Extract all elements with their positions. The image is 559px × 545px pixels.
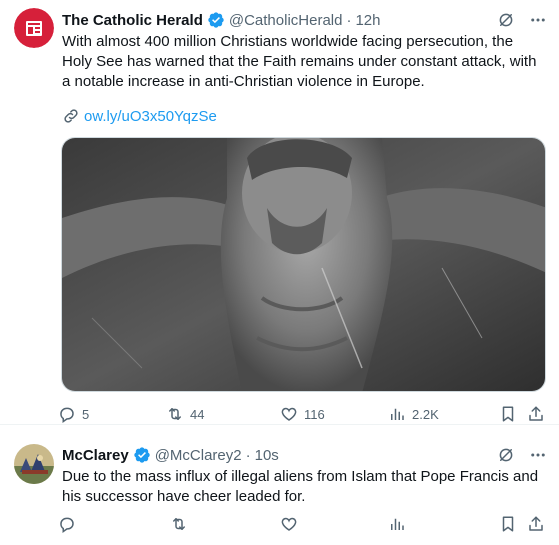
share-icon — [529, 406, 543, 421]
tweet-header: The Catholic Herald @CatholicHerald · 12… — [62, 10, 381, 30]
reply-button[interactable] — [58, 514, 82, 534]
separator: · — [245, 446, 251, 464]
like-button[interactable]: 116 — [280, 404, 325, 424]
repost-icon — [173, 518, 185, 530]
reply-icon — [60, 517, 74, 533]
tweet-text: With almost 400 million Christians world… — [62, 33, 537, 90]
reply-icon — [60, 407, 74, 423]
share-button[interactable] — [527, 404, 545, 424]
bookmark-icon — [502, 516, 514, 532]
separator: · — [346, 11, 352, 29]
bookmark-button[interactable] — [499, 404, 517, 424]
views-button[interactable] — [388, 514, 412, 534]
tweet-catholic-herald[interactable]: The Catholic Herald @CatholicHerald · 12… — [0, 0, 559, 425]
repost-icon — [169, 408, 181, 420]
like-icon — [281, 517, 297, 531]
bookmark-button[interactable] — [499, 514, 517, 534]
reply-button[interactable]: 5 — [58, 404, 89, 424]
more-icon[interactable] — [529, 446, 547, 464]
tweet-media-image[interactable] — [61, 137, 546, 392]
bookmark-icon — [502, 406, 514, 422]
repost-button[interactable] — [170, 514, 194, 534]
tweet-text: Due to the mass influx of illegal aliens… — [62, 468, 539, 505]
share-button[interactable] — [527, 514, 545, 534]
more-icon[interactable] — [529, 11, 547, 29]
views-icon — [391, 518, 404, 530]
avatar[interactable] — [14, 8, 54, 48]
tweet-mcclarey[interactable]: McClarey @McClarey2 · 10s Due to the mas… — [0, 436, 559, 545]
tweet-actions: 5 44 116 2.2K — [58, 404, 548, 424]
grok-icon[interactable] — [497, 446, 515, 464]
grok-icon[interactable] — [497, 11, 515, 29]
tweet-actions — [58, 514, 548, 534]
tweet-top-actions — [497, 10, 547, 30]
tweet-header: McClarey @McClarey2 · 10s — [62, 445, 279, 465]
author-handle[interactable]: @McClarey2 — [155, 447, 242, 464]
author-name[interactable]: The Catholic Herald — [62, 12, 203, 29]
views-button[interactable]: 2.2K — [388, 404, 439, 424]
like-count: 116 — [304, 406, 325, 422]
share-icon — [529, 516, 543, 531]
repost-button[interactable]: 44 — [166, 404, 204, 424]
avatar[interactable] — [14, 444, 54, 484]
mcclarey-avatar-icon — [14, 444, 54, 484]
views-icon — [391, 408, 404, 420]
tweet-top-actions — [497, 445, 547, 465]
tweet-link[interactable]: ow.ly/uO3x50YqzSe — [62, 106, 217, 126]
timestamp[interactable]: 10s — [255, 447, 279, 464]
author-name[interactable]: McClarey — [62, 447, 129, 464]
verified-badge-icon — [133, 446, 151, 464]
views-count: 2.2K — [412, 406, 439, 422]
catholic-herald-logo-icon — [14, 8, 54, 48]
link-text[interactable]: ow.ly/uO3x50YqzSe — [84, 108, 217, 125]
author-handle[interactable]: @CatholicHerald — [229, 12, 343, 29]
repost-count: 44 — [190, 406, 205, 422]
timestamp[interactable]: 12h — [355, 12, 380, 29]
verified-badge-icon — [207, 11, 225, 29]
reply-count: 5 — [82, 406, 90, 422]
like-button[interactable] — [280, 514, 304, 534]
like-icon — [281, 407, 297, 421]
link-icon — [62, 107, 80, 125]
crucifix-photo — [62, 138, 545, 391]
